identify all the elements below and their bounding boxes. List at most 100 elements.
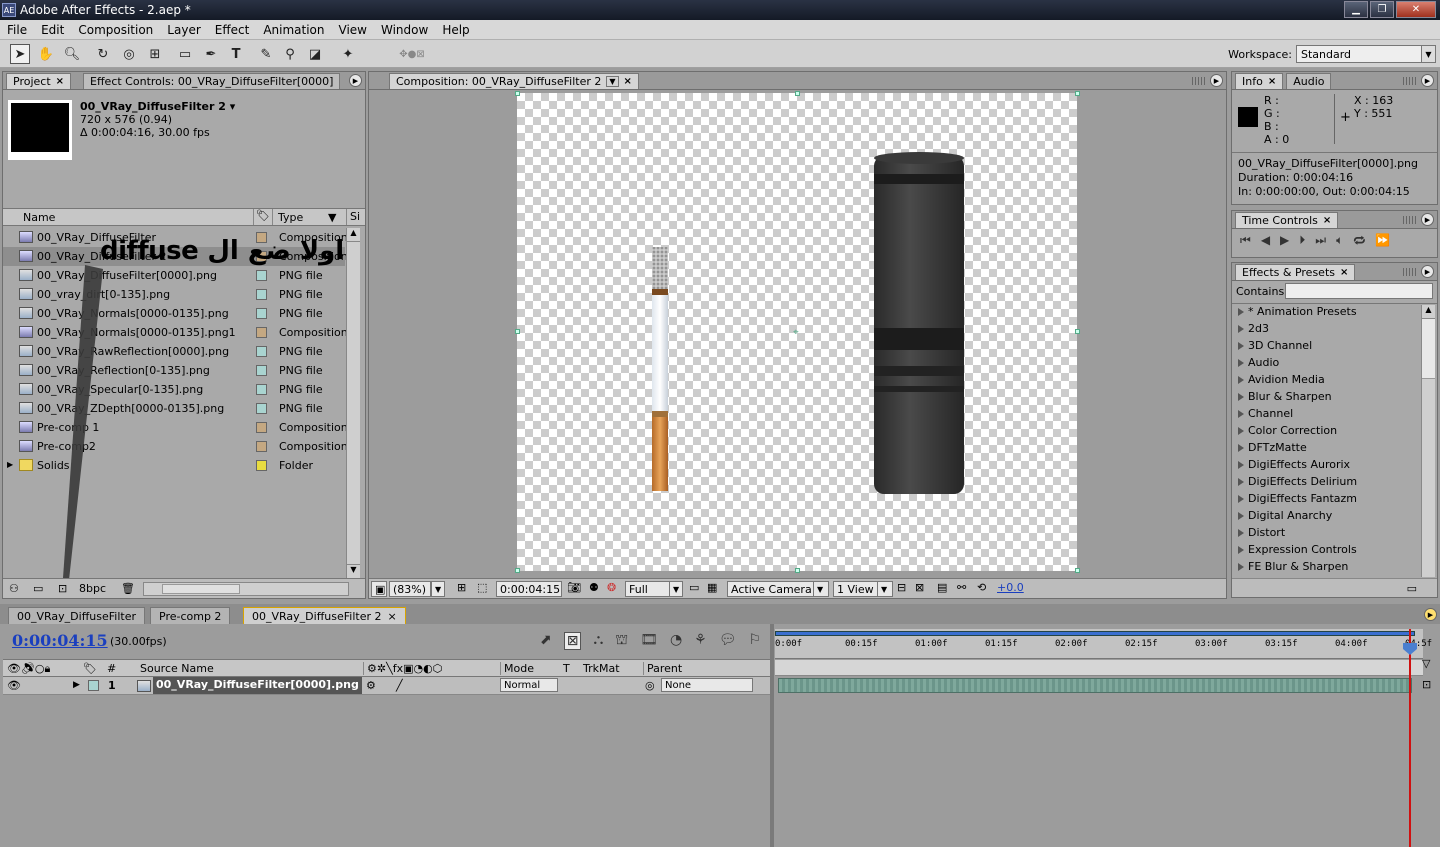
new-folder-icon[interactable]: ▭ [1407, 582, 1417, 595]
effects-category[interactable]: DigiEffects Fantazm [1238, 492, 1357, 505]
column-trkmat[interactable]: TrkMat [583, 662, 620, 675]
close-icon[interactable]: × [1323, 215, 1331, 226]
effects-category[interactable]: DFTzMatte [1238, 441, 1307, 454]
eraser-tool-icon[interactable]: ◪ [305, 44, 325, 64]
h-scroll-thumb[interactable] [162, 584, 240, 594]
comp-button-icon[interactable]: ⊡ [1422, 678, 1438, 694]
brush-tool-icon[interactable]: ✎ [256, 44, 276, 64]
tab-timeline-comp-1[interactable]: 00_VRay_DiffuseFilter [8, 607, 145, 624]
effects-category[interactable]: Color Correction [1238, 424, 1337, 437]
label-color-swatch[interactable] [256, 289, 267, 300]
expand-triangle-icon[interactable] [1238, 477, 1244, 486]
expand-triangle-icon[interactable] [1238, 341, 1244, 350]
expand-triangle-icon[interactable] [1238, 511, 1244, 520]
panel-menu-icon[interactable]: ▶ [1210, 74, 1223, 87]
layer-source-name[interactable]: 00_VRay_DiffuseFilter[0000].png [153, 677, 362, 694]
label-color-swatch[interactable] [256, 403, 267, 414]
effects-category[interactable]: Channel [1238, 407, 1293, 420]
label-color-swatch[interactable] [256, 346, 267, 357]
tab-timeline-comp-2[interactable]: 00_VRay_DiffuseFilter 2 × [243, 607, 406, 624]
panel-grip-icon[interactable] [1192, 77, 1206, 85]
always-preview-icon[interactable]: ▣ [371, 581, 387, 597]
effects-category[interactable]: Distort [1238, 526, 1285, 539]
color-channels-icon[interactable]: ❂ [607, 581, 616, 594]
bounding-handle[interactable] [795, 91, 800, 96]
chevron-down-icon[interactable]: ▼ [669, 581, 683, 597]
close-icon[interactable]: × [56, 76, 64, 87]
bounding-handle[interactable] [515, 568, 520, 573]
interpret-footage-icon[interactable]: ⚇ [9, 582, 19, 595]
current-time-field[interactable]: 0:00:04:15 [496, 581, 562, 597]
rotation-tool-icon[interactable]: ↻ [93, 44, 113, 64]
rectangle-tool-icon[interactable]: ▭ [175, 44, 195, 64]
live-update-icon[interactable]: ⬈ [540, 632, 552, 650]
draft-3d-icon[interactable]: ⊠ [563, 632, 582, 650]
trash-icon[interactable]: 🗑︎ [121, 582, 135, 595]
menu-layer[interactable]: Layer [160, 23, 207, 37]
layer-duration-bar[interactable] [778, 678, 1412, 693]
expand-triangle-icon[interactable] [1238, 545, 1244, 554]
effects-category[interactable]: 3D Channel [1238, 339, 1312, 352]
sort-chevron-icon[interactable]: ▼ [328, 211, 336, 224]
minimize-button[interactable]: ▁ [1344, 1, 1368, 18]
column-size[interactable]: Si [346, 209, 360, 225]
chevron-down-icon[interactable]: ▼ [877, 581, 893, 597]
panel-menu-icon[interactable]: ▶ [1421, 265, 1434, 278]
scroll-up-icon[interactable]: ▲ [1422, 305, 1435, 319]
workspace-dropdown[interactable]: Standard ▼ [1296, 45, 1436, 63]
region-of-interest-icon[interactable]: ▭ [689, 581, 699, 594]
bpc-button[interactable]: 8bpc [79, 582, 106, 595]
menu-effect[interactable]: Effect [208, 23, 257, 37]
snapshot-icon[interactable]: 📷︎ [567, 581, 581, 594]
panel-menu-icon[interactable]: ▶ [1421, 213, 1434, 226]
bounding-handle[interactable] [1075, 91, 1080, 96]
comp-marker-icon[interactable]: ▽ [1422, 657, 1438, 673]
scroll-thumb[interactable] [1422, 319, 1435, 379]
panel-grip-icon[interactable] [1403, 77, 1417, 85]
expand-triangle-icon[interactable]: ▶ [7, 460, 13, 469]
effects-search-input[interactable] [1285, 283, 1433, 299]
effects-category[interactable]: Avidion Media [1238, 373, 1325, 386]
pan-behind-tool-icon[interactable]: ⊞ [145, 44, 165, 64]
label-color-swatch[interactable] [256, 327, 267, 338]
magnification-field[interactable]: (83%) [389, 581, 431, 597]
transparency-grid-icon[interactable]: ▦ [707, 581, 717, 594]
tab-audio[interactable]: Audio [1286, 73, 1332, 89]
zoom-tool-icon[interactable]: 🔍︎ [62, 44, 82, 64]
expand-triangle-icon[interactable] [1238, 307, 1244, 316]
expand-triangle-icon[interactable] [1238, 375, 1244, 384]
selection-tool-icon[interactable]: ➤ [10, 44, 30, 64]
close-icon[interactable]: × [624, 76, 632, 87]
comment-icon[interactable]: 💬︎ [719, 632, 737, 650]
expand-triangle-icon[interactable] [1238, 562, 1244, 571]
expand-triangle-icon[interactable]: ▶ [73, 680, 80, 690]
next-frame-icon[interactable]: ⏵ [1299, 233, 1305, 250]
expand-triangle-icon[interactable] [1238, 392, 1244, 401]
timeline-icon[interactable]: ▤ [937, 581, 947, 594]
mask-visibility-icon[interactable]: ⬚ [477, 581, 487, 594]
hand-tool-icon[interactable]: ✋ [36, 44, 56, 64]
first-frame-icon[interactable]: ⏮ [1240, 233, 1251, 250]
label-color-swatch[interactable] [256, 270, 267, 281]
label-tag-icon[interactable]: 🏷︎ [83, 662, 97, 675]
timeline-current-time[interactable]: 0:00:04:15 [12, 631, 108, 650]
menu-window[interactable]: Window [374, 23, 435, 37]
bounding-handle[interactable] [515, 91, 520, 96]
tab-effects-presets[interactable]: Effects & Presets × [1235, 264, 1356, 280]
expand-triangle-icon[interactable] [1238, 409, 1244, 418]
bounding-handle[interactable] [1075, 329, 1080, 334]
column-name[interactable]: Name [23, 211, 55, 224]
timeline-layer-row[interactable]: 👁︎ ▶ 1 00_VRay_DiffuseFilter[0000].png ⚙… [3, 677, 770, 695]
effects-scrollbar[interactable]: ▲ [1421, 305, 1435, 577]
expand-triangle-icon[interactable] [1238, 494, 1244, 503]
close-icon[interactable]: × [388, 610, 397, 623]
effects-category[interactable]: FE Blur & Sharpen [1238, 560, 1348, 573]
effects-category[interactable]: Blur & Sharpen [1238, 390, 1332, 403]
new-comp-icon[interactable]: ⊡ [58, 582, 67, 595]
layer-parent-dropdown[interactable]: None [661, 678, 753, 692]
motion-blur-icon[interactable]: 🎞︎ [640, 632, 658, 650]
column-mode[interactable]: Mode [500, 662, 534, 675]
puppet-pin-tool-icon[interactable]: ✦ [338, 44, 358, 64]
effects-category[interactable]: Audio [1238, 356, 1279, 369]
column-source-name[interactable]: Source Name [140, 662, 214, 675]
